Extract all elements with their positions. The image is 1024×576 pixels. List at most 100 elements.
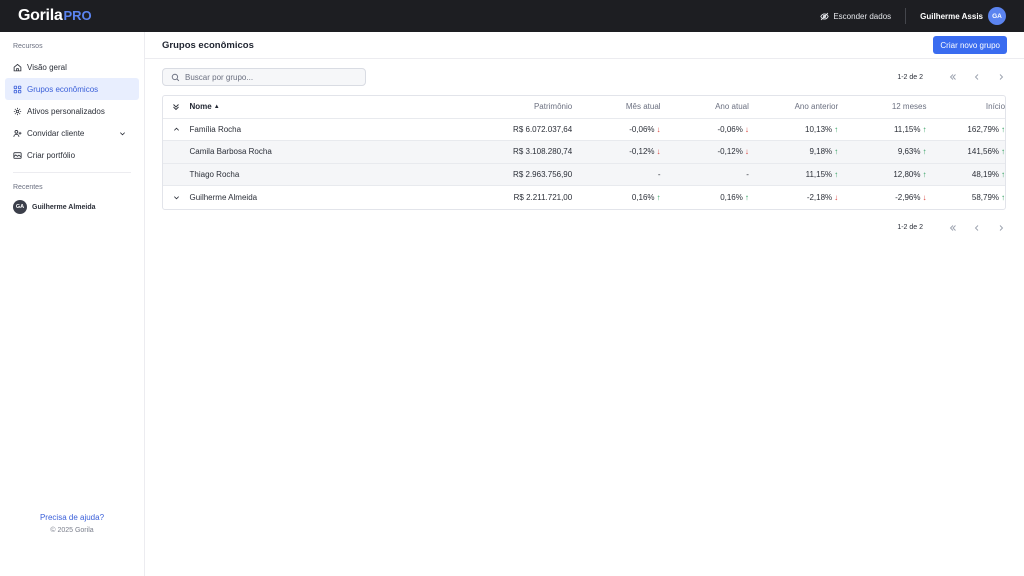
cell-12-meses: -2,96% — [895, 192, 921, 202]
eye-off-icon — [820, 12, 829, 20]
chevron-right-icon — [999, 74, 1004, 80]
chevrons-left-icon — [949, 224, 956, 231]
prev-page-button[interactable] — [971, 222, 983, 234]
sidebar-item-label: Visão geral — [27, 62, 67, 72]
cell-patrimonio: R$ 2.963.756,90 — [513, 169, 573, 179]
search-box[interactable] — [162, 68, 366, 86]
sidebar-item-convidar-cliente[interactable]: Convidar cliente — [5, 122, 139, 144]
chevron-up-icon — [173, 127, 179, 131]
top-right-area: Esconder dados Guilherme Assis GA — [820, 7, 1006, 25]
table-subrow[interactable]: Camila Barbosa Rocha R$ 3.108.280,74 -0,… — [163, 141, 1005, 164]
prev-page-button[interactable] — [971, 71, 983, 83]
cell-ano-atual: -0,06% — [717, 124, 743, 134]
arrow-up-icon: ↑ — [1001, 147, 1006, 157]
table-header-row: Nome ▲ Patrimônio Mês atual Ano atual An… — [163, 96, 1005, 119]
table-row[interactable]: Família Rocha R$ 6.072.037,64 -0,06% ↓ -0… — [163, 119, 1006, 141]
chevrons-down-icon — [173, 103, 180, 110]
chevron-left-icon — [974, 224, 979, 231]
cell-ano-atual: - — [746, 169, 749, 179]
column-header-patrimonio[interactable]: Patrimônio — [386, 102, 572, 111]
cell-patrimonio: R$ 3.108.280,74 — [513, 147, 573, 157]
recent-item-label: Guilherme Almeida — [32, 203, 96, 211]
hide-data-button[interactable]: Esconder dados — [820, 12, 891, 21]
column-header-mes-atual[interactable]: Mês atual — [572, 102, 661, 111]
toolbar: 1-2 de 2 — [162, 68, 1007, 86]
sidebar-section-recent: Recentes — [13, 184, 43, 191]
sidebar-item-visao-geral[interactable]: Visão geral — [5, 56, 139, 78]
column-header-name[interactable]: Nome ▲ — [190, 102, 386, 111]
chevrons-left-icon — [949, 74, 956, 80]
cell-mes-atual: -0,06% — [629, 124, 655, 134]
page-header: Grupos econômicos Criar novo grupo — [145, 32, 1024, 59]
logo-text: Gorila — [18, 7, 63, 24]
sidebar-item-label: Ativos personalizados — [27, 106, 105, 116]
arrow-up-icon: ↑ — [1001, 169, 1006, 179]
expand-all-button[interactable] — [163, 103, 190, 111]
cell-12-meses: 9,63% — [897, 147, 921, 157]
column-header-12-meses[interactable]: 12 meses — [838, 102, 927, 111]
cell-ano-anterior: 9,18% — [809, 147, 833, 157]
column-header-ano-atual[interactable]: Ano atual — [661, 102, 749, 111]
cell-ano-anterior: 11,15% — [805, 169, 833, 179]
groups-icon — [13, 85, 22, 93]
cell-name: Thiago Rocha — [189, 169, 240, 179]
copyright: © 2025 Gorila — [50, 527, 94, 534]
page-title: Grupos econômicos — [162, 39, 254, 51]
next-page-button[interactable] — [995, 222, 1007, 234]
sidebar: Recursos Visão geral Grupos econômicos A… — [0, 32, 145, 576]
chevron-left-icon — [974, 74, 979, 80]
recent-item-guilherme-almeida[interactable]: GA Guilherme Almeida — [0, 197, 144, 217]
sidebar-item-grupos-economicos[interactable]: Grupos econômicos — [5, 78, 139, 100]
chevron-down-icon — [173, 196, 179, 200]
sidebar-section-resources: Recursos — [13, 43, 43, 50]
table-subrow[interactable]: Thiago Rocha R$ 2.963.756,90 - - 11,15% ↑… — [163, 163, 1006, 186]
table-row[interactable]: Guilherme Almeida R$ 2.211.721,00 0,16% ↑… — [163, 186, 1005, 209]
cell-inicio: 48,19% — [971, 169, 1000, 179]
column-header-ano-anterior[interactable]: Ano anterior — [749, 102, 839, 111]
cell-mes-atual: -0,12% — [629, 147, 655, 157]
cell-ano-atual: -0,12% — [717, 147, 743, 157]
cell-inicio: 141,56% — [967, 147, 1000, 157]
first-page-button[interactable] — [947, 222, 959, 234]
sidebar-item-label: Criar portfólio — [27, 150, 76, 160]
next-page-button[interactable] — [995, 71, 1007, 83]
pagination-text: 1-2 de 2 — [897, 73, 923, 81]
logo-pro-text: PRO — [63, 8, 92, 23]
pagination-bottom: 1-2 de 2 — [162, 221, 1007, 235]
user-name[interactable]: Guilherme Assis — [920, 12, 983, 21]
arrow-up-icon: ↑ — [1001, 124, 1006, 134]
search-input[interactable] — [185, 72, 357, 82]
help-link[interactable]: Precisa de ajuda? — [0, 513, 144, 522]
cell-patrimonio: R$ 2.211.721,00 — [513, 192, 573, 202]
user-avatar[interactable]: GA — [988, 7, 1006, 25]
create-group-button[interactable]: Criar novo grupo — [933, 36, 1007, 54]
hide-data-label: Esconder dados — [833, 11, 892, 21]
first-page-button[interactable] — [947, 71, 959, 83]
cell-ano-anterior: 10,13% — [805, 124, 833, 134]
cell-inicio: 162,79% — [967, 124, 1000, 134]
column-header-label: Nome — [189, 102, 212, 112]
top-bar: Gorila PRO Esconder dados Guilherme Assi… — [0, 0, 1024, 32]
pagination-text: 1-2 de 2 — [897, 224, 923, 231]
search-icon — [171, 73, 180, 81]
groups-table: Nome ▲ Patrimônio Mês atual Ano atual An… — [162, 95, 1006, 210]
cell-inicio: 58,79% — [971, 192, 1000, 202]
chevron-down-icon[interactable] — [119, 130, 126, 137]
column-header-inicio[interactable]: Início — [927, 102, 1005, 111]
gear-icon — [13, 107, 22, 115]
cell-mes-atual: - — [657, 169, 661, 179]
cell-mes-atual: 0,16% — [631, 192, 655, 202]
cell-patrimonio: R$ 6.072.037,64 — [513, 124, 573, 134]
invite-icon — [13, 129, 22, 137]
sort-ascending-icon: ▲ — [213, 103, 220, 110]
sidebar-item-label: Grupos econômicos — [27, 84, 99, 94]
expand-row-button[interactable] — [163, 194, 190, 201]
collapse-row-button[interactable] — [163, 126, 190, 133]
cell-name: Guilherme Almeida — [189, 192, 258, 202]
chevron-right-icon — [999, 224, 1004, 231]
top-divider — [905, 8, 907, 24]
logo[interactable]: Gorila PRO — [18, 7, 92, 25]
sidebar-item-criar-portfolio[interactable]: Criar portfólio — [5, 144, 139, 166]
sidebar-item-ativos-personalizados[interactable]: Ativos personalizados — [5, 100, 139, 122]
pagination-top: 1-2 de 2 — [897, 71, 1007, 83]
